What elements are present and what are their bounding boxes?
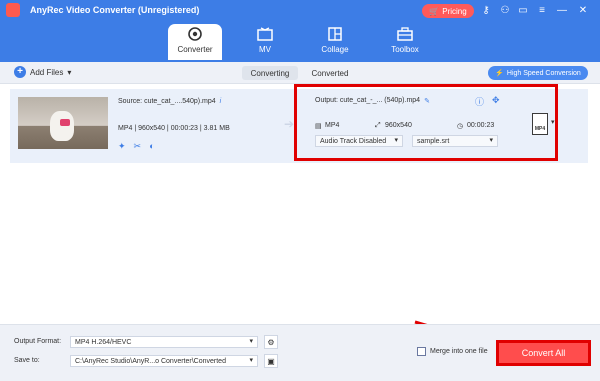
tab-converting[interactable]: Converting [242, 66, 298, 80]
open-folder-button[interactable]: ▣ [264, 354, 278, 368]
tab-mv[interactable]: MV [238, 24, 292, 60]
tab-collage-label: Collage [321, 45, 349, 54]
source-resolution: 960x540 [138, 125, 165, 132]
output-format-select[interactable]: MP4 H.264/HEVC ▾ [70, 336, 258, 348]
chevron-down-icon[interactable]: ▾ [67, 68, 71, 77]
output-format-label: Output Format: [14, 338, 62, 345]
mv-icon [257, 27, 273, 41]
menu-icon[interactable]: ≡ [535, 4, 549, 16]
cut-icon[interactable]: ✂ [134, 141, 142, 152]
toolbox-icon [397, 27, 413, 41]
merge-label: Merge into one file [430, 348, 488, 355]
source-size: 3.81 MB [203, 125, 230, 132]
info-icon[interactable]: i [220, 98, 222, 105]
folder-icon: ▣ [267, 356, 275, 366]
pricing-label: Pricing [442, 6, 467, 16]
tab-toolbox-label: Toolbox [391, 45, 419, 54]
lightning-icon: ⚡ [495, 70, 504, 77]
merge-option[interactable]: Merge into one file [417, 347, 488, 356]
app-logo [6, 3, 20, 17]
key-icon[interactable]: ⚷ [479, 4, 493, 16]
pricing-button[interactable]: 🛒 Pricing [422, 4, 474, 18]
add-files-button[interactable]: + Add Files ▾ [14, 66, 71, 78]
high-speed-label: High Speed Conversion [506, 69, 581, 77]
bottom-bar: Output Format: MP4 H.264/HEVC ▾ ⚙ Save t… [0, 324, 600, 381]
format-settings-button[interactable]: ⚙ [264, 335, 278, 349]
toolbar: + Add Files ▾ Converting Converted ⚡ Hig… [0, 62, 600, 84]
save-to-select[interactable]: C:\AnyRec Studio\AnyR...o Converter\Conv… [70, 355, 258, 367]
highlight-box [294, 84, 558, 161]
cart-icon: 🛒 [429, 6, 440, 16]
tab-mv-label: MV [259, 45, 271, 54]
add-files-label: Add Files [30, 67, 64, 77]
palette-icon[interactable]: ◐ [149, 141, 154, 152]
source-filename: Source: cute_cat_....540p).mp4 i [118, 98, 222, 105]
tab-collage[interactable]: Collage [308, 24, 362, 60]
merge-checkbox[interactable] [417, 347, 426, 356]
arrow-right-icon: ➔ [284, 117, 295, 131]
feedback-icon[interactable]: ▭ [516, 4, 530, 16]
app-title: AnyRec Video Converter (Unregistered) [30, 5, 200, 15]
settings-icon: ⚙ [267, 337, 275, 347]
chevron-down-icon: ▾ [249, 357, 253, 364]
source-actions: ✦ ✂ ◐ [118, 141, 155, 152]
video-thumbnail[interactable] [18, 97, 108, 149]
close-icon[interactable]: ✕ [576, 4, 590, 16]
save-to-label: Save to: [14, 357, 40, 364]
collage-icon [328, 27, 342, 41]
convert-all-button[interactable]: Convert All [496, 340, 591, 366]
chevron-down-icon: ▾ [249, 338, 253, 345]
title-bar: AnyRec Video Converter (Unregistered) 🛒 … [0, 0, 600, 62]
user-icon[interactable]: ⚇ [498, 4, 512, 16]
tab-converter[interactable]: Converter [168, 24, 222, 60]
tab-converted[interactable]: Converted [304, 66, 356, 80]
minimize-icon[interactable]: — [555, 4, 569, 16]
source-duration: 00:00:23 [170, 125, 198, 132]
source-info: MP4 | 960x540 | 00:00:23 | 3.81 MB [118, 125, 230, 132]
tab-toolbox[interactable]: Toolbox [378, 24, 432, 60]
high-speed-conversion-button[interactable]: ⚡ High Speed Conversion [488, 66, 588, 80]
tab-converter-label: Converter [177, 45, 213, 54]
plus-icon: + [14, 66, 26, 78]
source-format: MP4 [118, 125, 133, 132]
enhance-icon[interactable]: ✦ [118, 141, 126, 152]
converter-icon [188, 27, 202, 41]
